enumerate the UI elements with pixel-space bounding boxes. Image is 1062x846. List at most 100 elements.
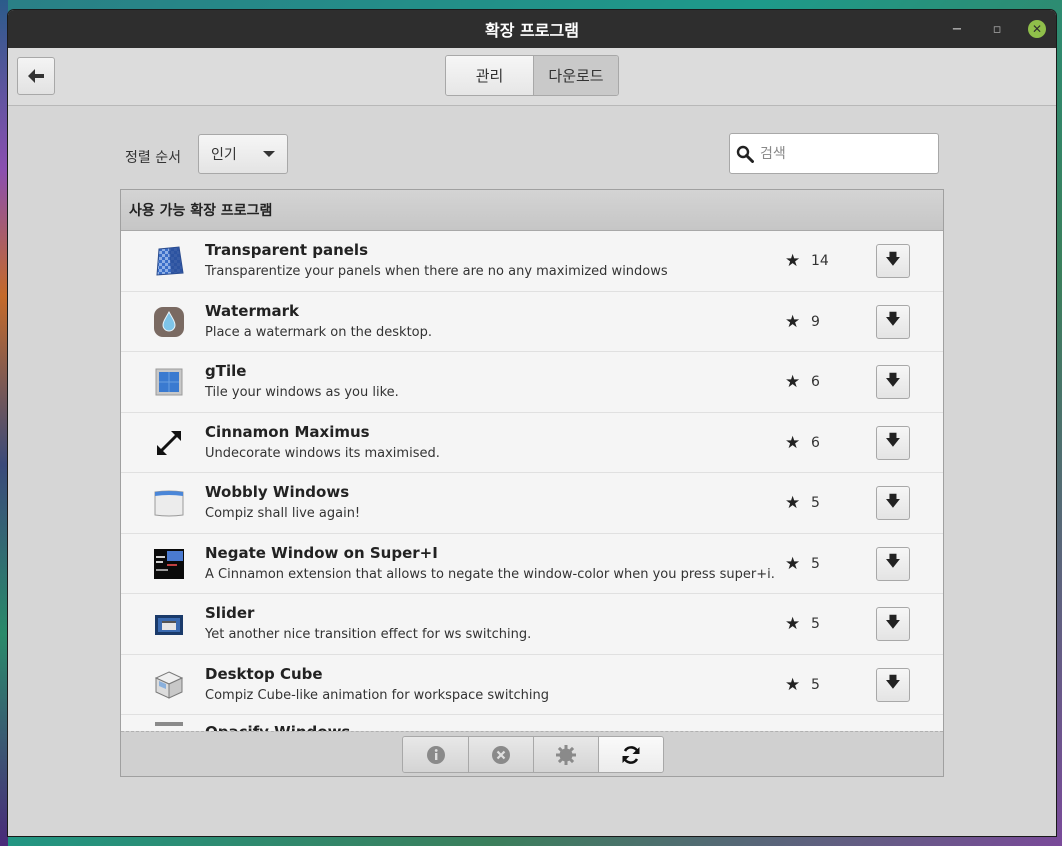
item-title: Wobbly Windows (205, 483, 350, 501)
star-icon: ★ (785, 372, 801, 392)
back-button[interactable] (17, 57, 55, 95)
item-description: Transparentize your panels when there ar… (205, 264, 668, 279)
tab-manage[interactable]: 관리 (446, 56, 533, 95)
item-score: 14 (811, 253, 829, 269)
action-buttons (402, 736, 664, 773)
download-button[interactable]: 🡇 (876, 667, 910, 702)
list-footer (121, 731, 943, 776)
list-item[interactable]: Opacify Windows (121, 715, 943, 731)
download-button[interactable]: 🡇 (876, 607, 910, 641)
item-description: A Cinnamon extension that allows to nega… (205, 566, 775, 582)
sort-dropdown[interactable]: 인기 (198, 134, 288, 174)
desktop-background (0, 0, 8, 846)
item-description: Compiz Cube-like animation for workspace… (205, 687, 550, 703)
download-button[interactable]: 🡇 (876, 365, 910, 399)
list-item[interactable]: Negate Window on Super+I A Cinnamon exte… (121, 533, 943, 594)
gear-icon (556, 744, 576, 765)
transparent-panels-icon (152, 244, 186, 278)
sort-value: 인기 (211, 147, 237, 163)
list-item[interactable]: Desktop Cube Compiz Cube-like animation … (121, 654, 943, 715)
item-description: Yet another nice transition effect for w… (205, 627, 532, 642)
window-controls: − ▫ ✕ (948, 10, 1046, 48)
minimize-button[interactable]: − (948, 22, 966, 37)
extensions-list[interactable]: Transparent panels Transparentize your p… (121, 231, 943, 731)
gtile-icon (152, 365, 186, 399)
download-button[interactable]: 🡇 (876, 304, 910, 339)
negate-window-icon (152, 547, 186, 581)
arrow-down-icon: 🡇 (885, 431, 901, 449)
list-item[interactable]: Slider Yet another nice transition effec… (121, 594, 943, 655)
item-score: 5 (811, 555, 820, 572)
refresh-button[interactable] (598, 737, 663, 772)
item-score: 6 (811, 374, 820, 390)
extensions-list-panel: 사용 가능 확장 프로그램 Transparent panels Transpa… (120, 189, 944, 777)
item-score: 9 (811, 313, 820, 330)
window-title: 확장 프로그램 (485, 21, 579, 40)
item-title: Desktop Cube (205, 664, 323, 683)
item-title: Cinnamon Maximus (205, 422, 370, 441)
watermark-icon (152, 305, 186, 339)
opacify-windows-icon (152, 719, 186, 729)
extensions-window: 확장 프로그램 − ▫ ✕ 관리 다운로드 정렬 순서 인기 검색 사용 가능 … (8, 10, 1056, 836)
desktop-cube-icon (152, 668, 186, 702)
arrow-down-icon: 🡇 (885, 491, 901, 510)
search-icon (736, 145, 754, 163)
download-button[interactable]: 🡇 (876, 486, 910, 520)
configure-button[interactable] (533, 737, 598, 772)
arrow-down-icon: 🡇 (885, 552, 901, 570)
close-button[interactable]: ✕ (1028, 20, 1046, 38)
list-header: 사용 가능 확장 프로그램 (121, 190, 943, 231)
arrow-down-icon: 🡇 (885, 673, 901, 691)
maximus-icon (152, 426, 186, 460)
arrow-down-icon: 🡇 (885, 249, 901, 268)
remove-icon (492, 745, 510, 764)
item-title: gTile (205, 362, 247, 380)
arrow-down-icon: 🡇 (885, 370, 901, 389)
sort-label: 정렬 순서 (125, 150, 181, 166)
item-title: Opacify Windows (205, 723, 350, 731)
refresh-icon (622, 745, 640, 764)
download-button[interactable]: 🡇 (876, 244, 910, 278)
view-switcher: 관리 다운로드 (445, 55, 619, 96)
tab-download[interactable]: 다운로드 (533, 56, 618, 95)
chevron-down-icon (263, 151, 275, 157)
arrow-down-icon: 🡇 (885, 612, 901, 631)
info-button[interactable] (403, 737, 468, 772)
star-icon: ★ (785, 311, 801, 332)
item-score: 5 (811, 616, 820, 632)
item-score: 5 (811, 495, 820, 511)
star-icon: ★ (785, 493, 801, 513)
item-title: Negate Window on Super+I (205, 543, 438, 562)
arrow-left-icon (28, 69, 44, 83)
list-item[interactable]: Watermark Place a watermark on the deskt… (121, 291, 943, 352)
item-description: Place a watermark on the desktop. (205, 324, 433, 340)
download-button[interactable]: 🡇 (876, 546, 910, 581)
item-title: Watermark (205, 301, 299, 320)
info-icon (426, 745, 445, 764)
titlebar[interactable]: 확장 프로그램 − ▫ ✕ (8, 10, 1056, 48)
search-input[interactable] (760, 145, 930, 162)
list-item[interactable]: Wobbly Windows Compiz shall live again! … (121, 473, 943, 534)
star-icon: ★ (785, 553, 801, 574)
item-score: 5 (811, 676, 820, 693)
remove-button[interactable] (468, 737, 533, 772)
restore-button[interactable]: ▫ (988, 22, 1006, 37)
list-item[interactable]: Cinnamon Maximus Undecorate windows its … (121, 412, 943, 473)
star-icon: ★ (785, 251, 801, 271)
star-icon: ★ (785, 674, 801, 695)
toolbar: 관리 다운로드 (8, 48, 1056, 106)
arrow-down-icon: 🡇 (885, 310, 901, 328)
item-description: Compiz shall live again! (205, 506, 361, 521)
item-description: Undecorate windows its maximised. (205, 445, 440, 461)
main-content: 정렬 순서 인기 사용 가능 확장 프로그램 (8, 106, 1056, 836)
download-button[interactable]: 🡇 (876, 425, 910, 460)
item-title: Transparent panels (205, 241, 368, 259)
item-title: Slider (205, 604, 255, 622)
list-item[interactable]: Transparent panels Transparentize your p… (121, 231, 943, 292)
item-description: Tile your windows as you like. (205, 385, 399, 400)
search-field[interactable] (729, 133, 939, 174)
slider-icon (152, 607, 186, 641)
list-item[interactable]: gTile Tile your windows as you like. ★ 6… (121, 352, 943, 413)
star-icon: ★ (785, 432, 801, 453)
star-icon: ★ (785, 614, 801, 634)
